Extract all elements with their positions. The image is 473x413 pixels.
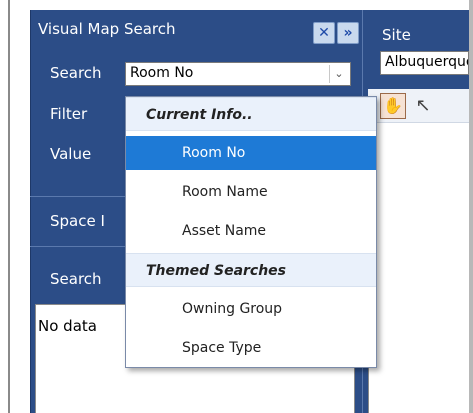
dropdown-item-owning-group[interactable]: Owning Group [126,292,376,326]
panel-title: Visual Map Search [38,20,176,38]
search-results-label[interactable]: Search [50,270,102,288]
search-dropdown-list: Current Info.. Room No Room Name Asset N… [125,96,377,368]
dropdown-item-asset-name[interactable]: Asset Name [126,214,376,248]
search-label: Search [50,64,102,82]
dropdown-group-current-info: Current Info.. [126,97,376,131]
site-select-value: Albuquerque [385,54,469,70]
close-icon: ✕ [318,25,330,41]
value-label: Value [50,145,92,163]
hand-add-icon: ✋ [383,96,403,115]
filter-label: Filter [50,105,88,123]
chevron-down-icon[interactable]: ⌄ [329,65,348,83]
pointer-tool-button[interactable]: ↖ [412,95,434,119]
search-select[interactable]: Room No ⌄ [125,62,351,86]
window-right-edge [469,0,473,413]
dropdown-group-themed-searches: Themed Searches [126,253,376,287]
dropdown-item-room-no[interactable]: Room No [126,136,376,170]
pointer-arrow-icon: ↖ [415,95,431,116]
site-label: Site [382,26,411,44]
space-section-label[interactable]: Space I [50,212,105,230]
site-select[interactable]: Albuquerque [380,51,469,75]
double-chevron-right-icon: » [343,25,353,41]
close-panel-button[interactable]: ✕ [313,22,335,44]
map-canvas[interactable] [368,89,469,413]
expand-panel-button[interactable]: » [337,22,359,44]
search-select-value: Room No [130,65,194,81]
window-left-edge [8,0,10,413]
dropdown-item-room-name[interactable]: Room Name [126,175,376,209]
no-data-text: No data [38,317,97,335]
hand-add-tool-button[interactable]: ✋ [380,93,406,119]
dropdown-item-space-type[interactable]: Space Type [126,331,376,365]
